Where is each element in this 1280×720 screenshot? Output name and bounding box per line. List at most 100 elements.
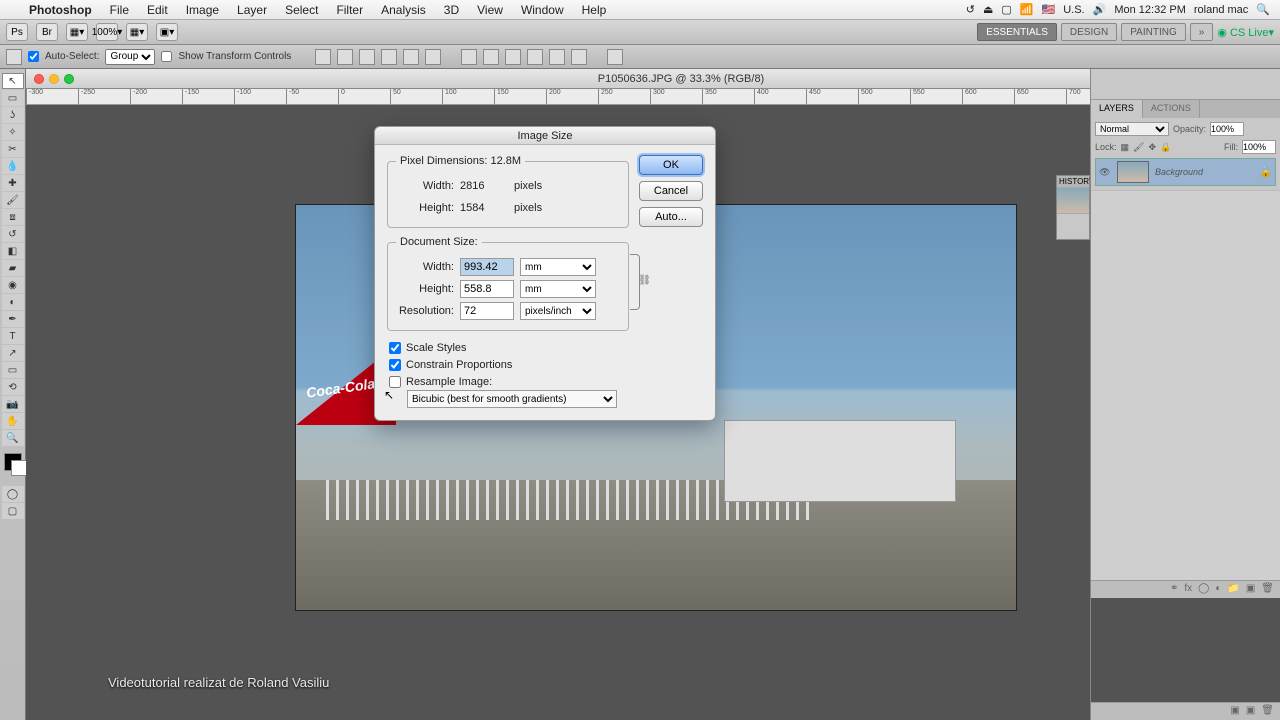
tool-3dcam[interactable]: 📷 xyxy=(2,396,24,412)
doc-width-unit-dropdown[interactable]: mm xyxy=(520,258,596,276)
dist-icon-2[interactable] xyxy=(483,49,499,65)
blend-mode-dropdown[interactable]: Normal xyxy=(1095,122,1169,136)
opacity-input[interactable] xyxy=(1210,122,1244,136)
minibridge-icon[interactable]: ▦▾ xyxy=(66,23,88,41)
history-thumb-1[interactable] xyxy=(1057,187,1089,213)
workspace-painting[interactable]: PAINTING xyxy=(1121,23,1185,41)
spotlight-icon[interactable]: 🔍 xyxy=(1256,3,1270,16)
tool-blur[interactable]: ◉ xyxy=(2,277,24,293)
dock-icon-3[interactable]: 🗑 xyxy=(1261,705,1274,718)
menu-help[interactable]: Help xyxy=(573,3,616,17)
dist-icon-5[interactable] xyxy=(549,49,565,65)
history-tab[interactable]: HISTORY xyxy=(1057,176,1089,187)
tool-lasso[interactable]: ʖ xyxy=(2,107,24,123)
menu-window[interactable]: Window xyxy=(512,3,573,17)
resample-method-dropdown[interactable]: Bicubic (best for smooth gradients) xyxy=(407,390,617,408)
link-layers-icon[interactable]: ⚭ xyxy=(1170,583,1178,596)
workspace-essentials[interactable]: ESSENTIALS xyxy=(977,23,1057,41)
minimize-window-button[interactable] xyxy=(49,74,59,84)
resolution-unit-dropdown[interactable]: pixels/inch xyxy=(520,302,596,320)
eject-icon[interactable]: ⏏ xyxy=(983,3,993,16)
tab-actions[interactable]: ACTIONS xyxy=(1143,100,1200,118)
history-thumb-2[interactable] xyxy=(1057,213,1089,239)
zoom-window-button[interactable] xyxy=(64,74,74,84)
autoselect-checkbox[interactable] xyxy=(28,51,39,62)
workspace-more-icon[interactable]: » xyxy=(1190,23,1214,41)
tool-wand[interactable]: ✧ xyxy=(2,124,24,140)
mask-icon[interactable]: ◯ xyxy=(1198,583,1209,596)
menu-layer[interactable]: Layer xyxy=(228,3,276,17)
tool-shape[interactable]: ▭ xyxy=(2,362,24,378)
constrain-checkbox[interactable] xyxy=(389,359,401,371)
adjustment-icon[interactable]: ◐ xyxy=(1215,583,1221,596)
volume-icon[interactable]: 🔊 xyxy=(1093,3,1107,16)
fill-input[interactable] xyxy=(1242,140,1276,154)
resolution-input[interactable] xyxy=(460,302,514,320)
menu-analysis[interactable]: Analysis xyxy=(372,3,435,17)
doc-height-unit-dropdown[interactable]: mm xyxy=(520,280,596,298)
menu-3d[interactable]: 3D xyxy=(435,3,468,17)
zoom-level-dropdown[interactable]: 100%▾ xyxy=(96,23,118,41)
bridge-icon[interactable]: Br xyxy=(36,23,58,41)
menu-filter[interactable]: Filter xyxy=(327,3,372,17)
display-icon[interactable]: ▢ xyxy=(1001,3,1011,16)
tool-gradient[interactable]: ▰ xyxy=(2,260,24,276)
ok-button[interactable]: OK xyxy=(639,155,703,175)
tool-hand[interactable]: ✋ xyxy=(2,413,24,429)
align-icon-6[interactable] xyxy=(425,49,441,65)
dist-icon-6[interactable] xyxy=(571,49,587,65)
align-icon-1[interactable] xyxy=(315,49,331,65)
flag-icon[interactable]: 🇺🇸 xyxy=(1042,3,1056,16)
new-layer-icon[interactable]: ▣ xyxy=(1246,583,1255,596)
tab-layers[interactable]: LAYERS xyxy=(1091,100,1143,118)
sync-icon[interactable]: ↺ xyxy=(966,3,975,16)
doc-width-input[interactable] xyxy=(460,258,514,276)
tool-marquee[interactable]: ▭ xyxy=(2,90,24,106)
dist-icon-4[interactable] xyxy=(527,49,543,65)
align-icon-4[interactable] xyxy=(381,49,397,65)
close-window-button[interactable] xyxy=(34,74,44,84)
tool-type[interactable]: T xyxy=(2,328,24,344)
tool-crop[interactable]: ✂ xyxy=(2,141,24,157)
ruler-horizontal[interactable]: -300-250-200-150-100-5005010015020025030… xyxy=(26,89,1090,105)
clock[interactable]: Mon 12:32 PM xyxy=(1114,4,1186,16)
menu-select[interactable]: Select xyxy=(276,3,327,17)
ps-logo-icon[interactable]: Ps xyxy=(6,23,28,41)
color-swatches[interactable] xyxy=(4,453,22,471)
workspace-design[interactable]: DESIGN xyxy=(1061,23,1117,41)
tool-eraser[interactable]: ◧ xyxy=(2,243,24,259)
lock-position-icon[interactable]: ✥ xyxy=(1148,142,1156,153)
tool-history-brush[interactable]: ↺ xyxy=(2,226,24,242)
layer-thumb[interactable] xyxy=(1117,161,1149,183)
tool-zoom[interactable]: 🔍 xyxy=(2,430,24,446)
autoalign-icon[interactable] xyxy=(607,49,623,65)
wifi-icon[interactable]: 📶 xyxy=(1020,3,1034,16)
cs-live-button[interactable]: ◉ CS Live▾ xyxy=(1217,26,1274,39)
tool-move[interactable]: ↖ xyxy=(2,73,24,89)
group-icon[interactable]: 📁 xyxy=(1227,583,1239,596)
dock-icon-2[interactable]: ▣ xyxy=(1246,705,1255,718)
screenmode-icon[interactable]: ▣▾ xyxy=(156,23,178,41)
menu-file[interactable]: File xyxy=(101,3,138,17)
cancel-button[interactable]: Cancel xyxy=(639,181,703,201)
doc-height-input[interactable] xyxy=(460,280,514,298)
tool-eyedropper[interactable]: 💧 xyxy=(2,158,24,174)
align-icon-5[interactable] xyxy=(403,49,419,65)
autoselect-dropdown[interactable]: Group xyxy=(105,49,155,65)
tool-heal[interactable]: ✚ xyxy=(2,175,24,191)
dist-icon-3[interactable] xyxy=(505,49,521,65)
menu-image[interactable]: Image xyxy=(177,3,228,17)
menu-view[interactable]: View xyxy=(468,3,512,17)
auto-button[interactable]: Auto... xyxy=(639,207,703,227)
lock-pixels-icon[interactable]: 🖌 xyxy=(1133,142,1144,153)
tool-pen[interactable]: ✒ xyxy=(2,311,24,327)
user-name[interactable]: roland mac xyxy=(1194,4,1248,16)
dist-icon-1[interactable] xyxy=(461,49,477,65)
lock-transparency-icon[interactable]: ▦ xyxy=(1121,142,1130,153)
tool-stamp[interactable]: ⧈ xyxy=(2,209,24,225)
tool-brush[interactable]: 🖌 xyxy=(2,192,24,208)
lock-all-icon[interactable]: 🔒 xyxy=(1160,142,1171,153)
history-panel-collapsed[interactable]: HISTORY xyxy=(1056,175,1090,240)
show-transform-checkbox[interactable] xyxy=(161,51,172,62)
resample-checkbox[interactable] xyxy=(389,376,401,388)
